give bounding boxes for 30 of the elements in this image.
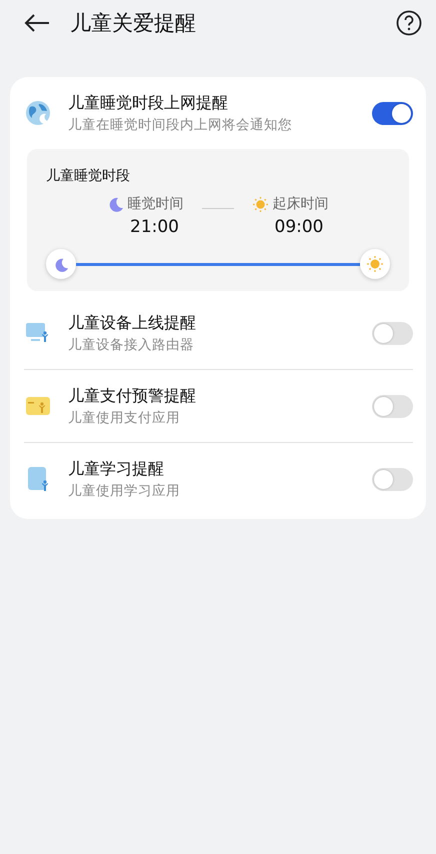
end-label: 起床时间 (272, 195, 328, 213)
panel-title: 儿童睡觉时段 (46, 167, 131, 185)
end-handle[interactable] (360, 249, 390, 279)
toggle-switch[interactable] (372, 102, 413, 124)
setting-title: 儿童支付预警提醒 (68, 386, 197, 406)
setting-title: 儿童学习提醒 (68, 458, 165, 480)
setting-description: 儿童在睡觉时间段内上网将会通知您 (68, 116, 293, 134)
setting-title: 儿童睡觉时段上网提醒 (68, 92, 229, 114)
moon-icon (54, 256, 68, 272)
toggle-switch[interactable] (372, 394, 413, 418)
toggle-switch[interactable] (372, 322, 413, 344)
setting-title: 儿童设备上线提醒 (68, 312, 197, 334)
monitor-icon (25, 321, 51, 345)
end-time: 09:00 (274, 217, 324, 237)
start-time: 21:00 (130, 217, 179, 237)
start-handle[interactable] (46, 249, 76, 279)
toggle-switch[interactable] (372, 468, 413, 490)
help-icon[interactable] (396, 10, 422, 36)
page-title: 儿童关爱提醒 (70, 10, 197, 37)
setting-description: 儿童使用支付应用 (68, 408, 181, 426)
sun-icon (366, 255, 384, 273)
sun-icon (252, 196, 268, 212)
moon-icon (108, 196, 124, 212)
card-icon (25, 395, 51, 417)
setting-description: 儿童使用学习应用 (68, 482, 181, 500)
book-icon (25, 466, 51, 492)
start-label: 睡觉时间 (128, 195, 184, 213)
setting-description: 儿童设备接入路由器 (68, 336, 195, 354)
globe-icon (25, 100, 51, 126)
back-icon[interactable] (24, 13, 50, 33)
